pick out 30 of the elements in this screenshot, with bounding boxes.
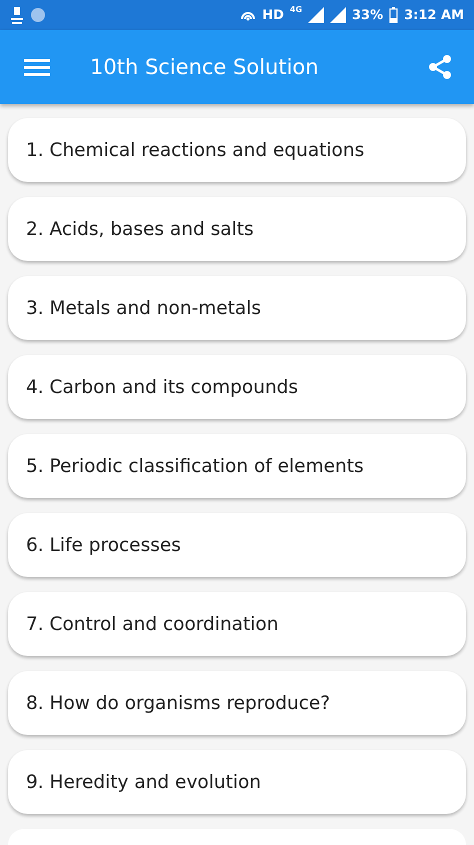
chapter-card[interactable]: 9. Heredity and evolution	[8, 750, 466, 814]
chapter-title: 8. How do organisms reproduce?	[26, 692, 330, 714]
chapter-title: 3. Metals and non-metals	[26, 298, 262, 318]
chapter-card[interactable]: 3. Metals and non-metals	[8, 276, 466, 340]
chapter-title: 9. Heredity and evolution	[26, 772, 262, 792]
clock: 3:12 AM	[404, 8, 464, 22]
chapter-card[interactable]: 2. Acids, bases and salts	[8, 197, 466, 261]
signal-icon	[330, 7, 346, 23]
chapter-card[interactable]: 6. Life processes	[8, 513, 466, 577]
network-label: HD	[262, 8, 284, 22]
network-type-label: 4G	[290, 5, 302, 14]
circle-icon	[30, 7, 46, 23]
menu-icon[interactable]	[24, 57, 50, 77]
battery-percent: 33%	[352, 8, 384, 22]
chapter-card[interactable]: 4. Carbon and its compounds	[8, 355, 466, 419]
chapter-title: 4. Carbon and its compounds	[26, 376, 298, 398]
chapter-title: 5. Periodic classification of elements	[26, 456, 364, 476]
chapter-card[interactable]: 8. How do organisms reproduce?	[8, 671, 466, 735]
share-icon[interactable]	[428, 54, 452, 80]
chapter-title: 1. Chemical reactions and equations	[26, 140, 364, 160]
battery-icon	[389, 7, 398, 23]
chapter-card[interactable]: 7. Control and coordination	[8, 592, 466, 656]
chapter-title: 2. Acids, bases and salts	[26, 218, 254, 240]
chapter-title: 7. Control and coordination	[26, 614, 278, 634]
signal-icon	[308, 7, 324, 23]
app-title: 10th Science Solution	[90, 55, 320, 79]
notification-icon	[10, 5, 24, 25]
chapter-card[interactable]: 1. Chemical reactions and equations	[8, 118, 466, 182]
chapter-card[interactable]: 5. Periodic classification of elements	[8, 434, 466, 498]
chapter-title: 6. Life processes	[26, 534, 181, 556]
